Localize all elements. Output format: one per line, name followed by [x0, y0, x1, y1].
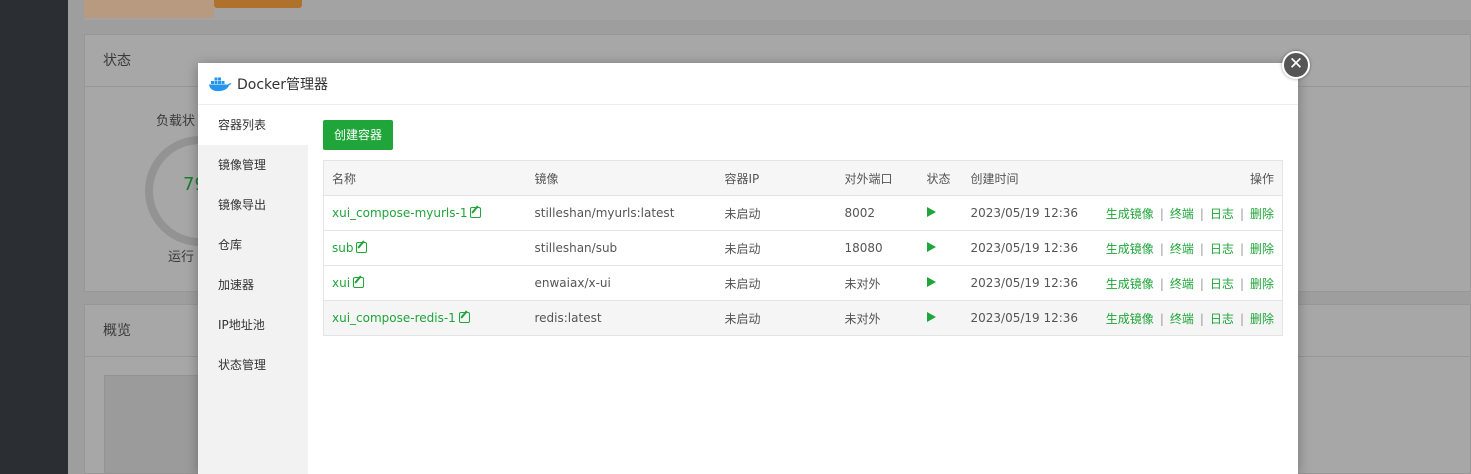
top-banner	[84, 0, 1471, 20]
container-created-time: 2023/05/19 12:36	[962, 230, 1093, 266]
edit-icon[interactable]	[470, 207, 482, 218]
container-created-time: 2023/05/19 12:36	[962, 300, 1093, 336]
sidebar-item-accelerator[interactable]: 加速器	[198, 265, 308, 305]
sidebar-item-container-list[interactable]: 容器列表	[198, 105, 308, 145]
build-image-link[interactable]: 生成镜像	[1106, 312, 1154, 326]
sidebar-item-repository[interactable]: 仓库	[198, 225, 308, 265]
logs-link[interactable]: 日志	[1210, 207, 1234, 221]
terminal-link[interactable]: 终端	[1170, 312, 1194, 326]
delete-link[interactable]: 删除	[1250, 312, 1274, 326]
logs-link[interactable]: 日志	[1210, 242, 1234, 256]
row-actions: 生成镜像 | 终端 | 日志 | 删除	[1092, 195, 1283, 231]
running-label: 运行	[168, 250, 195, 265]
col-time-header: 创建时间	[962, 160, 1093, 196]
col-actions-header: 操作	[1092, 160, 1283, 196]
sidebar-item-ip-pool[interactable]: IP地址池	[198, 305, 308, 345]
container-port: 未对外	[836, 300, 919, 336]
container-name-link[interactable]: xui	[332, 276, 350, 290]
modal-sidebar: 容器列表 镜像管理 镜像导出 仓库 加速器 IP地址池 状态管理	[198, 105, 308, 474]
col-port-header: 对外端口	[836, 160, 919, 196]
play-icon[interactable]	[926, 242, 936, 252]
col-name-header: 名称	[323, 160, 527, 196]
container-name-link[interactable]: xui_compose-redis-1	[332, 311, 456, 325]
col-image-header: 镜像	[526, 160, 717, 196]
sidebar-item-image-export[interactable]: 镜像导出	[198, 185, 308, 225]
row-actions: 生成镜像 | 终端 | 日志 | 删除	[1092, 230, 1283, 266]
build-image-link[interactable]: 生成镜像	[1106, 207, 1154, 221]
edit-icon[interactable]	[356, 242, 368, 253]
action-separator: |	[1239, 276, 1244, 291]
delete-link[interactable]: 删除	[1250, 242, 1274, 256]
container-image: redis:latest	[526, 300, 717, 336]
action-separator: |	[1239, 206, 1244, 221]
container-port: 8002	[836, 195, 919, 231]
table-header-row: 名称 镜像 容器IP 对外端口 状态 创建时间 操作	[323, 160, 1283, 196]
action-separator: |	[1199, 241, 1204, 256]
table-row: xui_compose-myurls-1 stilleshan/myurls:l…	[323, 195, 1283, 231]
logs-link[interactable]: 日志	[1210, 312, 1234, 326]
action-separator: |	[1159, 206, 1164, 221]
container-name-link[interactable]: sub	[332, 241, 353, 255]
edit-icon[interactable]	[353, 277, 365, 288]
action-separator: |	[1159, 311, 1164, 326]
build-image-link[interactable]: 生成镜像	[1106, 242, 1154, 256]
modal-title: Docker管理器	[237, 76, 329, 93]
action-separator: |	[1199, 206, 1204, 221]
container-image: stilleshan/myurls:latest	[526, 195, 717, 231]
docker-manager-modal: Docker管理器 容器列表 镜像管理 镜像导出 仓库 加速器 IP地址池 状态…	[198, 63, 1298, 474]
container-created-time: 2023/05/19 12:36	[962, 265, 1093, 301]
container-created-time: 2023/05/19 12:36	[962, 195, 1093, 231]
action-separator: |	[1199, 311, 1204, 326]
play-icon[interactable]	[926, 312, 936, 322]
sidebar-item-image-management[interactable]: 镜像管理	[198, 145, 308, 185]
action-separator: |	[1159, 276, 1164, 291]
container-ip: 未启动	[716, 265, 837, 301]
container-name-link[interactable]: xui_compose-myurls-1	[332, 206, 467, 220]
row-actions: 生成镜像 | 终端 | 日志 | 删除	[1092, 300, 1283, 336]
terminal-link[interactable]: 终端	[1170, 207, 1194, 221]
container-table: 名称 镜像 容器IP 对外端口 状态 创建时间 操作 xui_compose-m…	[323, 160, 1283, 336]
row-actions: 生成镜像 | 终端 | 日志 | 删除	[1092, 265, 1283, 301]
load-label: 负载状	[156, 114, 196, 129]
container-ip: 未启动	[716, 300, 837, 336]
delete-link[interactable]: 删除	[1250, 207, 1274, 221]
action-separator: |	[1159, 241, 1164, 256]
container-ip: 未启动	[716, 230, 837, 266]
col-status-header: 状态	[918, 160, 963, 196]
edit-icon[interactable]	[458, 312, 470, 323]
action-separator: |	[1199, 276, 1204, 291]
play-icon[interactable]	[926, 207, 936, 217]
action-separator: |	[1239, 311, 1244, 326]
modal-content: 创建容器	[323, 120, 394, 150]
logs-link[interactable]: 日志	[1210, 277, 1234, 291]
docker-icon	[209, 77, 232, 91]
play-icon[interactable]	[926, 277, 936, 287]
close-icon[interactable]: ✕	[1282, 51, 1310, 79]
create-container-button[interactable]: 创建容器	[323, 120, 394, 150]
col-ip-header: 容器IP	[716, 160, 837, 196]
build-image-link[interactable]: 生成镜像	[1106, 277, 1154, 291]
app-sidebar	[0, 0, 68, 474]
table-row: xui enwaiax/x-ui 未启动 未对外 2023/05/19 12:3…	[323, 265, 1283, 301]
container-port: 18080	[836, 230, 919, 266]
terminal-link[interactable]: 终端	[1170, 277, 1194, 291]
container-image: enwaiax/x-ui	[526, 265, 717, 301]
sidebar-item-status-management[interactable]: 状态管理	[198, 345, 308, 385]
action-separator: |	[1239, 241, 1244, 256]
table-row: xui_compose-redis-1 redis:latest 未启动 未对外…	[323, 300, 1283, 336]
promo-button	[214, 0, 302, 8]
delete-link[interactable]: 删除	[1250, 277, 1274, 291]
container-image: stilleshan/sub	[526, 230, 717, 266]
table-row: sub stilleshan/sub 未启动 18080 2023/05/19 …	[323, 230, 1283, 266]
promo-banner	[84, 0, 214, 18]
container-port: 未对外	[836, 265, 919, 301]
container-ip: 未启动	[716, 195, 837, 231]
modal-header: Docker管理器	[198, 63, 1298, 105]
terminal-link[interactable]: 终端	[1170, 242, 1194, 256]
